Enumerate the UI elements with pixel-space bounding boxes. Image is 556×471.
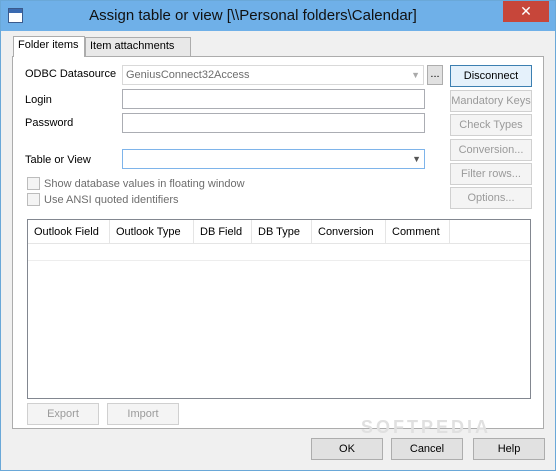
check-types-button[interactable]: Check Types — [450, 114, 532, 136]
column-header-comment[interactable]: Comment — [386, 220, 450, 244]
chevron-down-icon: ▼ — [412, 154, 421, 164]
ansi-quoted-label: Use ANSI quoted identifiers — [44, 193, 179, 206]
show-db-values-label: Show database values in floating window — [44, 177, 245, 190]
password-input[interactable] — [122, 113, 425, 133]
column-header-outlook-field[interactable]: Outlook Field — [28, 220, 110, 244]
options-button[interactable]: Options... — [450, 187, 532, 209]
disconnect-button[interactable]: Disconnect — [450, 65, 532, 87]
checkbox-box — [27, 193, 40, 206]
table-row[interactable] — [28, 244, 530, 261]
field-mapping-grid[interactable]: Outlook Field Outlook Type DB Field DB T… — [27, 219, 531, 399]
column-header-db-type[interactable]: DB Type — [252, 220, 312, 244]
login-label: Login — [25, 94, 52, 106]
odbc-datasource-value: GeniusConnect32Access — [126, 69, 250, 81]
help-button[interactable]: Help — [473, 438, 545, 460]
column-header-outlook-type[interactable]: Outlook Type — [110, 220, 194, 244]
conversion-button[interactable]: Conversion... — [450, 139, 532, 161]
tab-item-attachments[interactable]: Item attachments — [85, 37, 191, 56]
odbc-datasource-select[interactable]: GeniusConnect32Access ▼ — [122, 65, 424, 85]
filter-rows-button[interactable]: Filter rows... — [450, 163, 532, 185]
show-db-values-checkbox[interactable]: Show database values in floating window — [27, 177, 245, 190]
column-header-conversion[interactable]: Conversion — [312, 220, 386, 244]
tab-panel: ODBC Datasource GeniusConnect32Access ▼ … — [12, 56, 544, 429]
tab-folder-items[interactable]: Folder items — [13, 36, 85, 57]
table-or-view-label: Table or View — [25, 154, 91, 166]
close-icon: ✕ — [520, 3, 532, 19]
browse-datasource-button[interactable]: ... — [427, 65, 443, 85]
column-header-db-field[interactable]: DB Field — [194, 220, 252, 244]
login-input[interactable] — [122, 89, 425, 109]
dialog-window: Assign table or view [\\Personal folders… — [0, 0, 556, 471]
title-bar[interactable]: Assign table or view [\\Personal folders… — [1, 1, 555, 31]
grid-header: Outlook Field Outlook Type DB Field DB T… — [28, 220, 530, 244]
odbc-datasource-label: ODBC Datasource — [25, 68, 117, 80]
window-title: Assign table or view [\\Personal folders… — [89, 7, 417, 24]
cancel-button[interactable]: Cancel — [391, 438, 463, 460]
checkbox-box — [27, 177, 40, 190]
import-button[interactable]: Import — [107, 403, 179, 425]
table-or-view-select[interactable]: ▼ — [122, 149, 425, 169]
watermark: SOFTPEDIA — [361, 417, 492, 437]
ansi-quoted-checkbox[interactable]: Use ANSI quoted identifiers — [27, 193, 179, 206]
export-button[interactable]: Export — [27, 403, 99, 425]
chevron-down-icon: ▼ — [411, 70, 420, 80]
ok-button[interactable]: OK — [311, 438, 383, 460]
password-label: Password — [25, 117, 74, 129]
mandatory-keys-button[interactable]: Mandatory Keys — [450, 90, 532, 112]
close-button[interactable]: ✕ — [503, 1, 549, 22]
